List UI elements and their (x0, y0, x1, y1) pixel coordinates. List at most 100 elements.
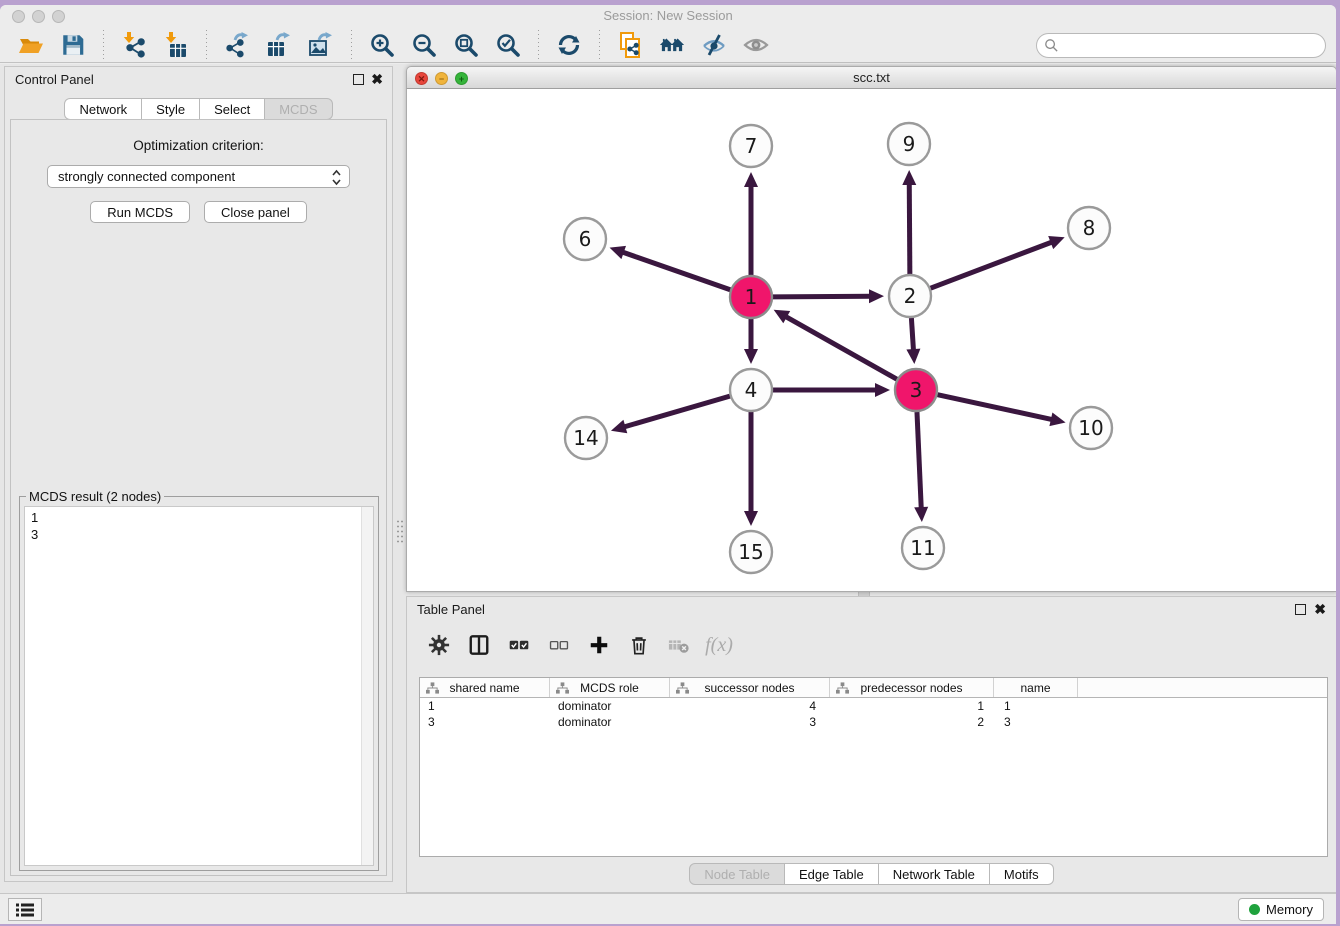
split-view-icon (468, 634, 490, 656)
graph-node-7[interactable]: 7 (730, 125, 772, 167)
graph-node-1[interactable]: 1 (730, 276, 772, 318)
close-panel-icon[interactable]: ✖ (371, 71, 383, 87)
network-view-window: ✕ − + scc.txt 1 2 3 4 6 7 8 9 10 (406, 66, 1336, 592)
table-row[interactable]: 1dominator411 (420, 698, 1327, 714)
zoom-fit-button[interactable] (450, 30, 482, 60)
graph-node-8[interactable]: 8 (1068, 207, 1110, 249)
network-canvas[interactable]: 1 2 3 4 6 7 8 9 10 11 14 15 (406, 89, 1336, 592)
graph-node-4[interactable]: 4 (730, 369, 772, 411)
mcds-result-group: MCDS result (2 nodes) 13 (19, 496, 379, 871)
column-header-name[interactable]: name (994, 678, 1078, 697)
graph-node-2[interactable]: 2 (889, 275, 931, 317)
memory-label: Memory (1266, 902, 1313, 917)
memory-status-icon (1249, 904, 1260, 915)
search-input[interactable] (1036, 33, 1326, 58)
tab-network[interactable]: Network (64, 98, 142, 120)
main-toolbar (0, 28, 1336, 63)
graph-edge-arrowhead (610, 246, 626, 259)
float-panel-icon[interactable] (353, 74, 364, 85)
tab-motifs[interactable]: Motifs (990, 863, 1054, 885)
table-tabs: Node TableEdge TableNetwork TableMotifs (407, 863, 1336, 885)
column-header-mcds-role[interactable]: MCDS role (550, 678, 670, 697)
graph-edge-3-1[interactable] (784, 316, 897, 380)
graph-edge-arrowhead (744, 511, 758, 526)
tab-select[interactable]: Select (200, 98, 265, 120)
graph-edge-2-8[interactable] (931, 241, 1054, 288)
export-image-icon (308, 32, 334, 58)
optimization-criterion-label: Optimization criterion: (11, 138, 386, 153)
table-cell: 4 (670, 699, 830, 713)
graph-edge-4-14[interactable] (622, 396, 729, 427)
import-table-button[interactable] (160, 30, 192, 60)
window-title: Session: New Session (0, 8, 1336, 23)
graph-node-11[interactable]: 11 (902, 527, 944, 569)
export-network-button[interactable] (221, 30, 253, 60)
graph-edge-2-9[interactable] (909, 182, 910, 274)
graph-edge-arrowhead (744, 172, 758, 187)
graph-edge-3-10[interactable] (937, 395, 1053, 420)
float-table-panel-icon[interactable] (1295, 604, 1306, 615)
graph-node-label: 10 (1078, 416, 1103, 440)
graph-node-10[interactable]: 10 (1070, 407, 1112, 449)
delete-row-button[interactable] (625, 630, 653, 660)
tab-network-table[interactable]: Network Table (879, 863, 990, 885)
select-all-icon (508, 634, 530, 656)
tab-style[interactable]: Style (142, 98, 200, 120)
zoom-selected-button[interactable] (492, 30, 524, 60)
mcds-result-scrollbar[interactable] (361, 507, 373, 865)
graph-node-9[interactable]: 9 (888, 123, 930, 165)
graph-edge-3-11[interactable] (917, 412, 921, 510)
table-cell: dominator (550, 699, 670, 713)
zoom-in-button[interactable] (366, 30, 398, 60)
zoom-out-button[interactable] (408, 30, 440, 60)
clone-network-button[interactable] (614, 30, 646, 60)
graph-edge-2-3[interactable] (911, 318, 913, 352)
delete-table-icon (668, 634, 690, 656)
open-session-button[interactable] (15, 30, 47, 60)
column-header-successor-nodes[interactable]: successor nodes (670, 678, 830, 697)
export-image-button[interactable] (305, 30, 337, 60)
column-header-shared-name[interactable]: shared name (420, 678, 550, 697)
vertical-splitter-handle[interactable] (396, 519, 403, 545)
mcds-result-list[interactable]: 13 (24, 506, 374, 866)
close-table-panel-icon[interactable]: ✖ (1314, 601, 1326, 617)
graph-edge-1-6[interactable] (621, 252, 730, 290)
table-row[interactable]: 3dominator323 (420, 714, 1327, 730)
graph-node-14[interactable]: 14 (565, 417, 607, 459)
tab-node-table[interactable]: Node Table (689, 863, 785, 885)
deselect-all-button[interactable] (545, 630, 573, 660)
memory-button[interactable]: Memory (1238, 898, 1324, 921)
column-type-icon (426, 682, 439, 694)
graph-node-6[interactable]: 6 (564, 218, 606, 260)
tab-edge-table[interactable]: Edge Table (785, 863, 879, 885)
delete-row-icon (628, 634, 650, 656)
close-panel-button[interactable]: Close panel (204, 201, 307, 223)
control-panel-header: Control Panel ✖ (5, 67, 392, 91)
export-network-icon (224, 32, 250, 58)
table-panel-header: Table Panel ✖ (407, 597, 1336, 621)
task-history-button[interactable] (8, 898, 42, 921)
hide-panels-button[interactable] (698, 30, 730, 60)
split-view-button[interactable] (465, 630, 493, 660)
refresh-button[interactable] (553, 30, 585, 60)
column-header-predecessor-nodes[interactable]: predecessor nodes (830, 678, 994, 697)
run-mcds-button[interactable]: Run MCDS (90, 201, 190, 223)
graph-edge-arrowhead (902, 170, 916, 185)
export-table-button[interactable] (263, 30, 295, 60)
graph-node-3[interactable]: 3 (895, 369, 937, 411)
add-row-button[interactable] (585, 630, 613, 660)
graph-node-15[interactable]: 15 (730, 531, 772, 573)
save-session-button[interactable] (57, 30, 89, 60)
home-view-button[interactable] (656, 30, 688, 60)
criterion-select[interactable]: strongly connected component (47, 165, 350, 188)
export-table-icon (266, 32, 292, 58)
graph-edge-1-2[interactable] (773, 296, 872, 297)
tab-mcds[interactable]: MCDS (265, 98, 332, 120)
import-network-button[interactable] (118, 30, 150, 60)
settings-gear-button[interactable] (425, 630, 453, 660)
graph-edge-arrowhead (744, 349, 758, 364)
select-all-button[interactable] (505, 630, 533, 660)
graph-node-label: 15 (738, 540, 763, 564)
select-stepper-icon (331, 169, 342, 189)
table-panel: Table Panel ✖ f(x) shared nameMCDS roles… (406, 596, 1336, 893)
